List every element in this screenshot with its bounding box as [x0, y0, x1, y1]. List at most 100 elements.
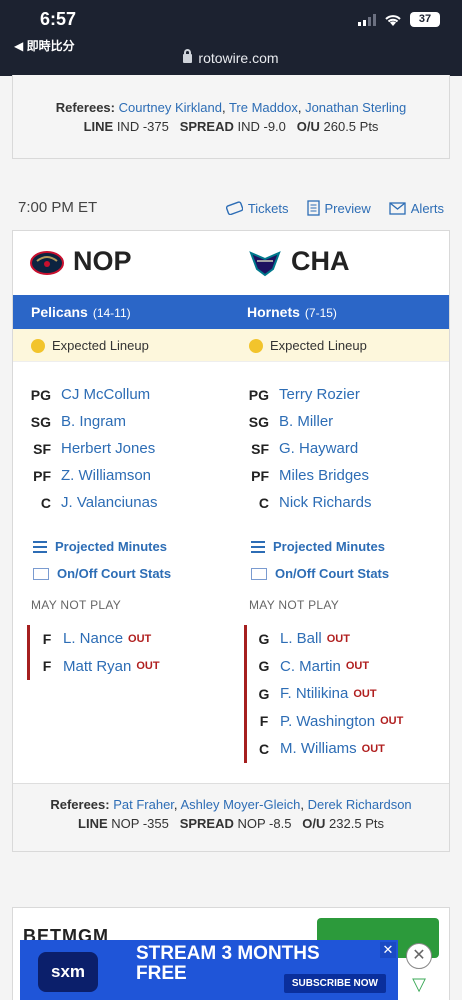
ad-banner[interactable]: sxm STREAM 3 MONTHS FREE SUBSCRIBE NOW ✕ [20, 940, 398, 1000]
position: SG [30, 413, 51, 430]
spread-label: SPREAD [179, 119, 234, 134]
on-off-stats-link[interactable]: On/Off Court Stats [251, 560, 389, 587]
away-injury-list: F L. Nance OUT F Matt Ryan OUT [27, 625, 160, 680]
ou-value: 260.5 Pts [323, 119, 379, 134]
injury-row: G L. Ball OUT [257, 625, 403, 653]
lineup-row: SF G. Hayward [243, 435, 443, 462]
away-team-name-wrap[interactable]: Pelicans (14-11) [31, 304, 131, 320]
lineup-row: SG B. Ingram [25, 408, 225, 435]
ou-value: 232.5 Pts [329, 816, 384, 831]
referee-link[interactable]: Courtney Kirkland [119, 100, 222, 115]
home-team-header[interactable]: CHA [247, 246, 350, 277]
player-link[interactable]: Miles Bridges [279, 467, 369, 484]
close-ad-icon[interactable]: ✕ [406, 943, 432, 969]
lineup-row: PG Terry Rozier [243, 381, 443, 408]
home-lineup: PG Terry Rozier SG B. Miller SF G. Hayward … [243, 381, 443, 516]
position: SF [33, 440, 51, 457]
prev-game-footer: Referees: Courtney Kirkland, Tre Maddox,… [12, 75, 450, 159]
away-team-header[interactable]: NOP [29, 246, 132, 277]
player-link[interactable]: B. Ingram [61, 413, 126, 430]
status-dot-icon [31, 338, 45, 353]
battery-icon: 37 [410, 12, 440, 27]
player-link[interactable]: P. Washington [280, 713, 375, 730]
status-icons: 37 [358, 12, 440, 27]
ou-label: O/U [296, 119, 320, 134]
home-team-name-wrap[interactable]: Hornets (7-15) [247, 304, 337, 320]
lineup-row: SG B. Miller [243, 408, 443, 435]
projected-minutes-link[interactable]: Projected Minutes [33, 533, 171, 560]
player-link[interactable]: G. Hayward [279, 440, 358, 457]
referee-link[interactable]: Derek Richardson [308, 797, 412, 812]
referee-link[interactable]: Jonathan Sterling [305, 100, 406, 115]
line-label: LINE [83, 119, 114, 134]
injury-status-badge: OUT [345, 660, 370, 673]
ad-choices-icon[interactable]: ▽ [409, 975, 429, 993]
injury-row: G F. Ntilikina OUT [257, 680, 403, 708]
team-names-bar: Pelicans (14-11) Hornets (7-15) [13, 295, 449, 329]
injury-status-badge: OUT [128, 632, 152, 645]
lineup-row: C J. Valanciunas [25, 489, 225, 516]
lineup-row: C Nick Richards [243, 489, 443, 516]
lineup-row: PF Miles Bridges [243, 462, 443, 489]
preview-label: Preview [324, 200, 371, 216]
pelicans-logo-icon [30, 250, 64, 275]
url-text: rotowire.com [198, 50, 279, 66]
home-may-not-play-label: MAY NOT PLAY [249, 598, 340, 612]
referee-link[interactable]: Ashley Moyer-Gleich [180, 797, 300, 812]
ad-headline-line: STREAM 3 MONTHS [136, 943, 320, 964]
player-link[interactable]: L. Ball [280, 630, 322, 647]
alerts-link[interactable]: Alerts [389, 200, 444, 216]
position: PF [33, 467, 51, 484]
player-link[interactable]: Z. Williamson [61, 467, 151, 484]
game-footer: Referees: Pat Fraher, Ashley Moyer-Gleic… [13, 783, 449, 851]
injury-row: C M. Williams OUT [257, 735, 403, 763]
document-icon [306, 200, 320, 216]
away-team-abbr: NOP [73, 246, 132, 276]
player-link[interactable]: Nick Richards [279, 494, 372, 511]
home-team-abbr: CHA [291, 246, 350, 276]
spread-value: NOP -8.5 [237, 816, 292, 831]
projected-minutes-link[interactable]: Projected Minutes [251, 533, 389, 560]
sxm-logo: sxm [38, 952, 98, 992]
player-link[interactable]: L. Nance [63, 630, 123, 647]
game-links: Tickets Preview Alerts [225, 200, 444, 216]
position: C [40, 494, 51, 511]
position: PG [248, 386, 269, 403]
away-may-not-play-label: MAY NOT PLAY [31, 598, 122, 612]
player-link[interactable]: Terry Rozier [279, 386, 360, 403]
player-link[interactable]: CJ McCollum [61, 386, 150, 403]
home-team-name: Hornets [247, 304, 300, 320]
preview-link[interactable]: Preview [306, 200, 371, 216]
player-link[interactable]: Matt Ryan [63, 658, 131, 675]
tickets-link[interactable]: Tickets [225, 200, 289, 216]
referees-label: Referees: [50, 797, 110, 812]
player-link[interactable]: F. Ntilikina [280, 685, 348, 702]
player-link[interactable]: C. Martin [280, 658, 341, 675]
player-link[interactable]: J. Valanciunas [61, 494, 157, 511]
signal-icon [358, 13, 376, 26]
home-lineup-status: Expected Lineup [249, 338, 367, 353]
referee-link[interactable]: Pat Fraher [113, 797, 174, 812]
home-team-record: (7-15) [304, 306, 337, 320]
position: F [42, 658, 52, 675]
player-link[interactable]: M. Williams [280, 740, 357, 757]
position: SF [251, 440, 269, 457]
position: PF [251, 467, 269, 484]
referee-link[interactable]: Tre Maddox [229, 100, 298, 115]
home-injury-list: G L. Ball OUT G C. Martin OUT G F. Ntilikina O… [244, 625, 403, 763]
away-tools: Projected Minutes On/Off Court Stats [33, 533, 171, 587]
subscribe-button[interactable]: SUBSCRIBE NOW [283, 974, 386, 993]
ad-info-close-icon[interactable]: ✕ [380, 942, 396, 958]
player-link[interactable]: B. Miller [279, 413, 333, 430]
position: F [42, 630, 52, 647]
injury-status-badge: OUT [380, 715, 404, 728]
player-link[interactable]: Herbert Jones [61, 440, 155, 457]
url-bar[interactable]: rotowire.com [0, 49, 462, 66]
browser-top-bar: 6:57 ◀ 即時比分 37 rotowire.com [0, 0, 462, 76]
tickets-label: Tickets [247, 200, 289, 216]
away-team-record: (14-11) [92, 306, 131, 320]
lineup-row: PF Z. Williamson [25, 462, 225, 489]
lineup-row: SF Herbert Jones [25, 435, 225, 462]
on-off-stats-link[interactable]: On/Off Court Stats [33, 560, 171, 587]
lineup-row: PG CJ McCollum [25, 381, 225, 408]
